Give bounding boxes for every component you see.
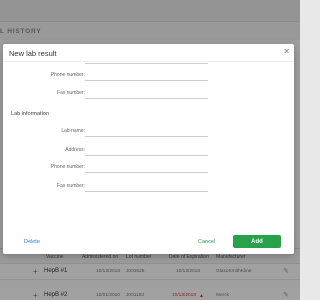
lab-fax-number-field[interactable] — [85, 180, 208, 192]
form-row-address: Address: — [3, 144, 294, 158]
address-field[interactable] — [85, 144, 208, 156]
address-label: Address: — [65, 147, 85, 153]
lab-name-field[interactable] — [85, 125, 208, 137]
form-row-phone: Phone number: — [3, 69, 294, 83]
add-button[interactable]: Add — [233, 235, 281, 248]
lab-name-label: Lab name: — [61, 128, 85, 134]
form-row-lab-phone: Phone number: — [3, 161, 294, 175]
dialog-footer: Delete Cancel Add — [3, 227, 294, 254]
input-divider — [85, 63, 208, 64]
lab-information-heading: Lab information — [11, 111, 49, 117]
lab-phone-number-label: Phone number: — [50, 164, 85, 170]
dialog-title: New lab result — [9, 49, 57, 58]
cancel-button[interactable]: Cancel — [198, 239, 215, 245]
lab-phone-number-field[interactable] — [85, 161, 208, 173]
form-row-lab-name: Lab name: — [3, 125, 294, 139]
phone-number-label: Phone number: — [50, 72, 85, 78]
delete-button[interactable]: Delete — [24, 239, 40, 245]
form-row-lab-fax: Fax number: — [3, 180, 294, 194]
close-icon[interactable]: ✕ — [283, 47, 290, 56]
new-lab-result-dialog: New lab result ✕ Phone number: Fax numbe… — [3, 44, 294, 254]
fax-number-field[interactable] — [85, 87, 208, 99]
phone-number-field[interactable] — [85, 69, 208, 81]
form-row-fax: Fax number: — [3, 87, 294, 101]
lab-fax-number-label: Fax number: — [56, 183, 85, 189]
fax-number-label: Fax number: — [56, 90, 85, 96]
dialog-header: New lab result ✕ — [3, 44, 294, 62]
